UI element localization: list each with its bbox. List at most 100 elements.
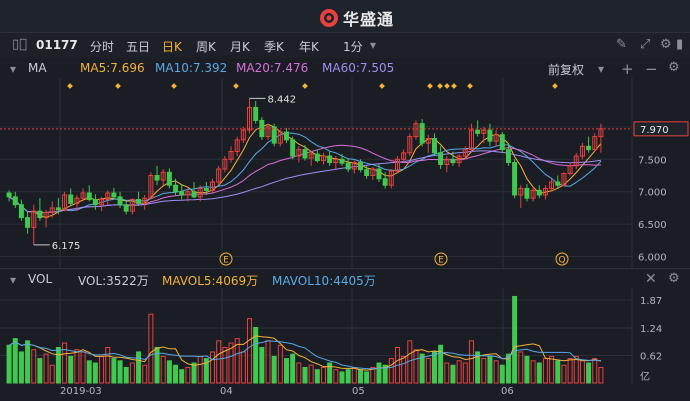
- minute-dropdown-icon[interactable]: ▾: [370, 38, 376, 52]
- volume-bar: [364, 371, 370, 384]
- tab-minute[interactable]: 1分: [343, 38, 363, 55]
- draw-pen-icon[interactable]: ✎: [616, 37, 627, 52]
- vol-settings-icon[interactable]: ⚙: [668, 271, 680, 286]
- date-label-jun: 06: [501, 386, 514, 397]
- price-chart[interactable]: 8.442 6.175 E E Q 7.500 7.000 6.500 6.000 7.970: [0, 78, 690, 268]
- candle: [86, 185, 92, 202]
- vol-axis-label: 1.87: [640, 296, 662, 307]
- candle: [92, 194, 98, 210]
- volume-bar: [425, 358, 431, 384]
- ma-legend-bar: ▾ MA MA5:7.696 MA10:7.392 MA20:7.476 MA6…: [0, 58, 690, 78]
- date-label-may: 05: [352, 386, 365, 397]
- volume-bar: [166, 360, 172, 384]
- stock-code[interactable]: 01177: [36, 38, 78, 52]
- tab-month-k[interactable]: 月K: [230, 38, 250, 55]
- date-label-mar: 2019-03: [60, 386, 102, 397]
- volume-bar: [284, 358, 290, 384]
- current-price-label: 7.970: [640, 125, 669, 136]
- volume-bar: [308, 364, 314, 384]
- candle-body-down: [376, 168, 382, 180]
- candle-body-down: [475, 129, 481, 134]
- volume-bar: [579, 360, 585, 384]
- candle: [271, 123, 277, 147]
- vol-label[interactable]: VOL: [28, 272, 52, 286]
- volume-bar: [55, 346, 61, 384]
- candle: [37, 198, 43, 221]
- ma-label[interactable]: MA: [28, 61, 47, 75]
- low-price-label: 6.175: [52, 241, 81, 252]
- volume-bar: [561, 364, 567, 384]
- candle-body-down: [314, 153, 320, 162]
- fullscreen-icon[interactable]: ⤢: [640, 37, 650, 52]
- candle: [327, 151, 333, 166]
- volume-bar: [431, 351, 437, 384]
- volume-bar: [327, 362, 333, 384]
- event-diamond: [67, 83, 73, 89]
- volume-bar: [376, 362, 382, 384]
- volume-bar: [438, 344, 444, 384]
- tab-five-day[interactable]: 五日: [126, 38, 150, 55]
- candle-body-down: [154, 175, 160, 181]
- tab-week-k[interactable]: 周K: [196, 38, 216, 55]
- tab-timeshare[interactable]: 分时: [90, 38, 114, 55]
- volume-bar: [222, 346, 228, 384]
- candle: [499, 132, 505, 153]
- collapse-panel-icon[interactable]: ▮: [676, 37, 683, 52]
- candle: [308, 151, 314, 166]
- candle: [394, 156, 400, 174]
- event-diamond: [444, 83, 450, 89]
- candle: [99, 196, 105, 212]
- candle: [154, 165, 160, 186]
- add-indicator-icon[interactable]: +: [621, 60, 634, 78]
- adjust-dropdown-icon[interactable]: ▾: [598, 62, 604, 76]
- candle-body-down: [586, 145, 592, 151]
- candle: [179, 183, 185, 200]
- volume-bar: [271, 355, 277, 384]
- vol-unit-label: 亿: [640, 370, 650, 383]
- chevron-down-icon[interactable]: ▾: [10, 62, 16, 76]
- volume-chart[interactable]: 1.87 1.24 0.62 亿: [0, 288, 690, 385]
- adjust-mode-select[interactable]: 前复权: [548, 61, 584, 78]
- volume-bar: [290, 353, 296, 384]
- volume-bar: [185, 366, 191, 384]
- price-axis-label: 7.000: [638, 188, 667, 199]
- tab-year-k[interactable]: 年K: [299, 38, 319, 55]
- candle: [388, 169, 394, 189]
- chevron-down-icon[interactable]: ▾: [10, 273, 16, 287]
- volume-bar: [68, 355, 74, 384]
- volume-bar: [462, 362, 468, 384]
- candle-body-down: [438, 152, 444, 165]
- volume-bar: [179, 369, 185, 384]
- volume-bar: [265, 340, 271, 384]
- volume-bar: [191, 362, 197, 384]
- date-label-apr: 04: [220, 386, 233, 397]
- candle: [25, 211, 31, 234]
- volume-bar: [592, 358, 598, 384]
- sidebar-toggle-icon[interactable]: ▯⃒: [12, 37, 27, 52]
- candle-body-down: [499, 134, 505, 151]
- tab-quarter-k[interactable]: 季K: [264, 38, 284, 55]
- remove-indicator-icon[interactable]: −: [645, 60, 658, 78]
- candle-body-down: [302, 149, 308, 159]
- volume-bar: [18, 351, 24, 384]
- indicator-settings-icon[interactable]: ⚙: [668, 60, 680, 75]
- settings-icon[interactable]: ⚙: [660, 37, 672, 52]
- app-logo: 华盛通: [319, 6, 394, 30]
- close-icon[interactable]: ✕: [645, 271, 657, 287]
- candle: [43, 209, 49, 228]
- candle-body-down: [37, 210, 43, 219]
- candle: [431, 133, 437, 157]
- candle: [31, 204, 37, 245]
- volume-bar: [259, 346, 265, 384]
- candle: [123, 201, 129, 215]
- candle: [579, 143, 585, 160]
- tab-day-k[interactable]: 日K: [162, 38, 182, 55]
- candle: [413, 120, 419, 140]
- candle-body-down: [92, 198, 98, 206]
- volume-bar: [333, 369, 339, 384]
- candle: [49, 201, 55, 218]
- volume-bar: [12, 338, 18, 384]
- candle: [370, 167, 376, 181]
- volume-bar: [197, 355, 203, 384]
- volume-bar: [456, 360, 462, 384]
